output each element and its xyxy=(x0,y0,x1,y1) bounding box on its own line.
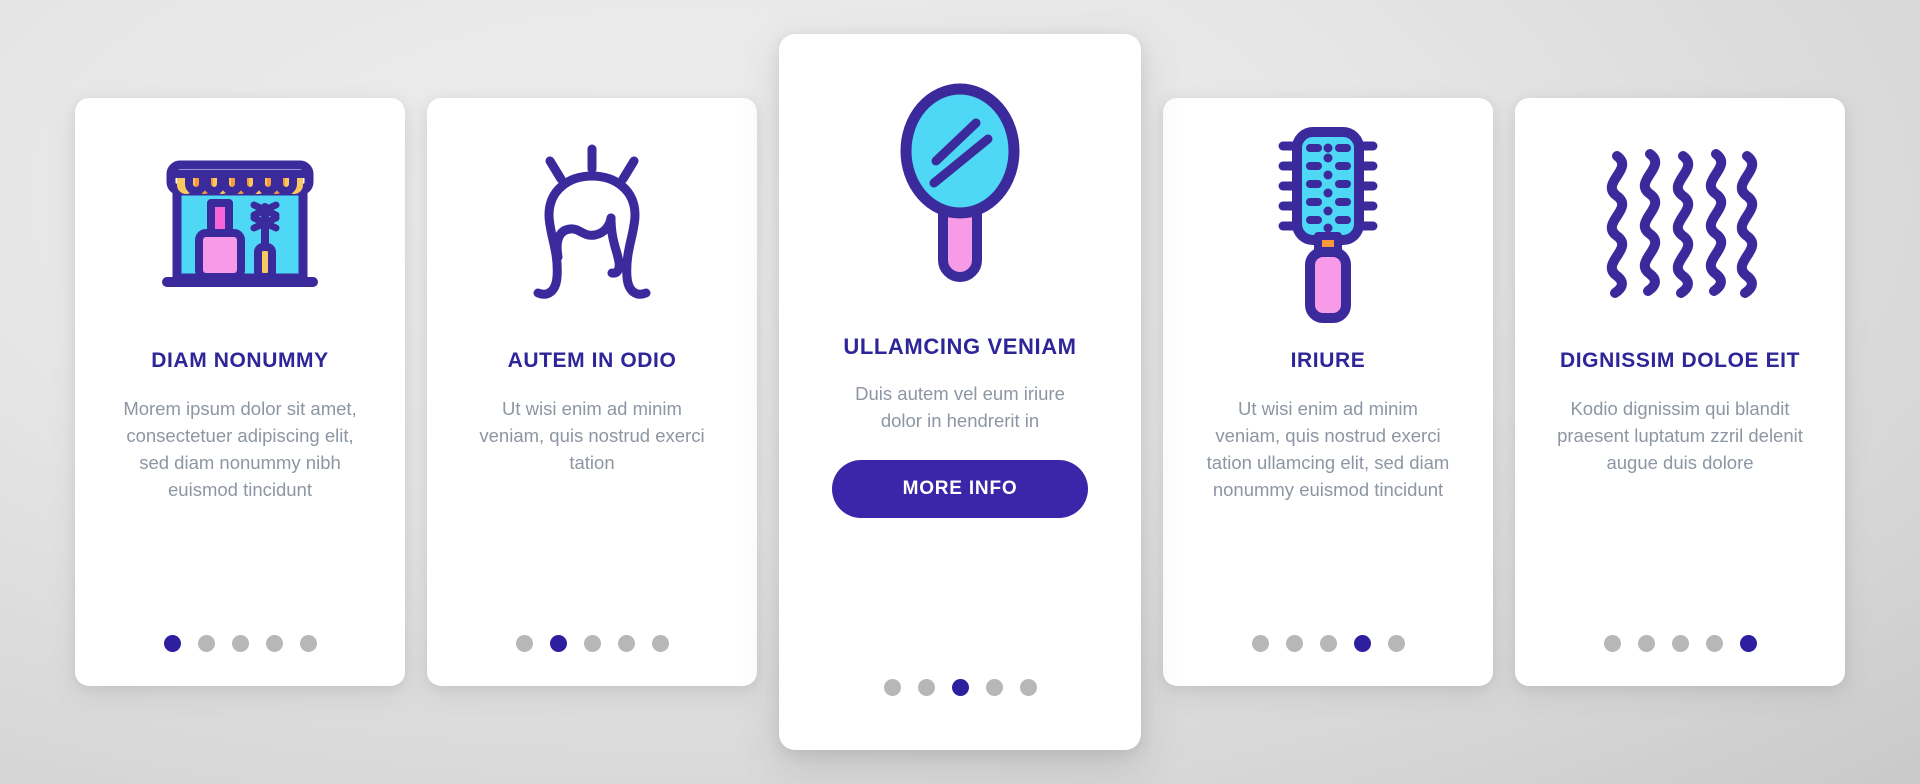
card-body-text: Morem ipsum dolor sit amet, consectetuer… xyxy=(123,398,357,501)
wavy-hair-icon xyxy=(1515,98,1845,348)
pagination-dot-4[interactable] xyxy=(617,635,635,652)
wig-hairstyle-icon xyxy=(427,98,757,348)
pagination-dots xyxy=(427,635,757,686)
onboarding-card-3[interactable]: ULLAMCING VENIAM Duis autem vel eum iriu… xyxy=(779,34,1141,750)
card-body-text: Ut wisi enim ad minim veniam, quis nostr… xyxy=(479,398,705,474)
pagination-dot-5[interactable] xyxy=(299,635,317,652)
pagination-dot-1[interactable] xyxy=(1251,635,1269,652)
pagination-dot-3[interactable] xyxy=(1319,635,1337,652)
pagination-dot-2[interactable] xyxy=(549,635,567,652)
more-info-button[interactable]: MORE INFO xyxy=(832,460,1088,519)
pagination-dot-2[interactable] xyxy=(1285,635,1303,652)
pagination-dot-3[interactable] xyxy=(1671,635,1689,652)
pagination-dots xyxy=(779,679,1141,750)
onboarding-card-row: DIAM NONUMMY Morem ipsum dolor sit amet,… xyxy=(0,0,1920,784)
onboarding-card-1[interactable]: DIAM NONUMMY Morem ipsum dolor sit amet,… xyxy=(75,98,405,686)
card-body-text: Kodio dignissim qui blandit praesent lup… xyxy=(1557,398,1803,474)
pagination-dots xyxy=(1515,635,1845,686)
pagination-dot-2[interactable] xyxy=(917,679,935,696)
hand-mirror-icon xyxy=(779,34,1141,334)
pagination-dot-2[interactable] xyxy=(197,635,215,652)
onboarding-card-5[interactable]: DIGNISSIM DOLOE EIT Kodio dignissim qui … xyxy=(1515,98,1845,686)
pagination-dot-4[interactable] xyxy=(1353,635,1371,652)
pagination-dot-3[interactable] xyxy=(231,635,249,652)
pagination-dots xyxy=(75,635,405,686)
card-body-text: Ut wisi enim ad minim veniam, quis nostr… xyxy=(1206,398,1450,501)
pagination-dot-5[interactable] xyxy=(1739,635,1757,652)
pagination-dot-4[interactable] xyxy=(1705,635,1723,652)
pagination-dot-5[interactable] xyxy=(651,635,669,652)
pagination-dot-4[interactable] xyxy=(985,679,1003,696)
pagination-dot-2[interactable] xyxy=(1637,635,1655,652)
nail-salon-storefront-icon xyxy=(75,98,405,348)
card-body-text: Duis autem vel eum iriure dolor in hendr… xyxy=(855,383,1065,432)
hairbrush-icon xyxy=(1163,98,1493,348)
card-title: IRIURE xyxy=(1290,349,1366,372)
onboarding-screens-stage: DIAM NONUMMY Morem ipsum dolor sit amet,… xyxy=(0,0,1920,784)
pagination-dots xyxy=(1163,635,1493,686)
card-title: DIAM NONUMMY xyxy=(151,349,329,372)
pagination-dot-3[interactable] xyxy=(583,635,601,652)
pagination-dot-4[interactable] xyxy=(265,635,283,652)
onboarding-card-2[interactable]: AUTEM IN ODIO Ut wisi enim ad minim veni… xyxy=(427,98,757,686)
card-title: ULLAMCING VENIAM xyxy=(843,334,1077,359)
pagination-dot-1[interactable] xyxy=(515,635,533,652)
pagination-dot-1[interactable] xyxy=(1603,635,1621,652)
pagination-dot-3[interactable] xyxy=(951,679,969,696)
pagination-dot-1[interactable] xyxy=(883,679,901,696)
onboarding-card-4[interactable]: IRIURE Ut wisi enim ad minim veniam, qui… xyxy=(1163,98,1493,686)
card-title: AUTEM IN ODIO xyxy=(507,349,677,372)
pagination-dot-5[interactable] xyxy=(1019,679,1037,696)
pagination-dot-1[interactable] xyxy=(163,635,181,652)
card-title: DIGNISSIM DOLOE EIT xyxy=(1559,349,1801,372)
pagination-dot-5[interactable] xyxy=(1387,635,1405,652)
